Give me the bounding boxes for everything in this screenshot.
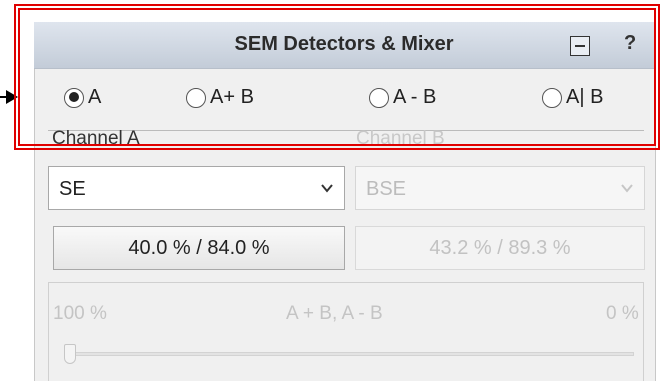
mixer-left-label: 100 %: [53, 303, 107, 324]
radio-checked-icon: [64, 87, 84, 108]
minimize-icon[interactable]: [570, 36, 590, 56]
help-button[interactable]: ?: [624, 32, 636, 55]
radio-label: A - B: [393, 86, 437, 108]
mixer-right-label: 0 %: [606, 303, 639, 324]
radio-unchecked-icon: [186, 87, 206, 108]
radio-mode-a-plus-b[interactable]: A+ B: [186, 86, 254, 109]
channel-b-label: Channel B: [356, 128, 445, 149]
channel-b-detector-value: BSE: [366, 178, 407, 200]
channel-a-contrast-brightness[interactable]: 40.0 % / 84.0 %: [53, 226, 345, 270]
chevron-down-icon: [621, 184, 633, 193]
radio-mode-a-or-b[interactable]: A| B: [542, 86, 603, 109]
mixer-slider-thumb[interactable]: [64, 344, 76, 364]
radio-unchecked-icon: [542, 87, 562, 108]
panel-titlebar: SEM Detectors & Mixer: [34, 22, 654, 69]
radio-label: A| B: [566, 86, 604, 108]
mixer-mid-label: A + B, A - B: [286, 303, 383, 324]
radio-mode-a[interactable]: A: [64, 86, 101, 109]
radio-unchecked-icon: [369, 87, 389, 108]
panel-title: SEM Detectors & Mixer: [234, 33, 454, 55]
chevron-down-icon: [321, 184, 333, 193]
radio-label: A: [88, 86, 102, 108]
channel-b-detector-select[interactable]: BSE: [355, 166, 645, 210]
channel-b-contrast-brightness[interactable]: 43.2 % / 89.3 %: [355, 226, 645, 270]
mixer-group: [48, 282, 644, 381]
radio-label: A+ B: [210, 86, 254, 108]
channel-a-detector-select[interactable]: SE: [48, 166, 345, 210]
channel-a-label: Channel A: [52, 128, 140, 149]
radio-mode-a-minus-b[interactable]: A - B: [369, 86, 436, 109]
mixer-slider-track[interactable]: [64, 352, 634, 356]
channel-a-detector-value: SE: [59, 178, 86, 200]
